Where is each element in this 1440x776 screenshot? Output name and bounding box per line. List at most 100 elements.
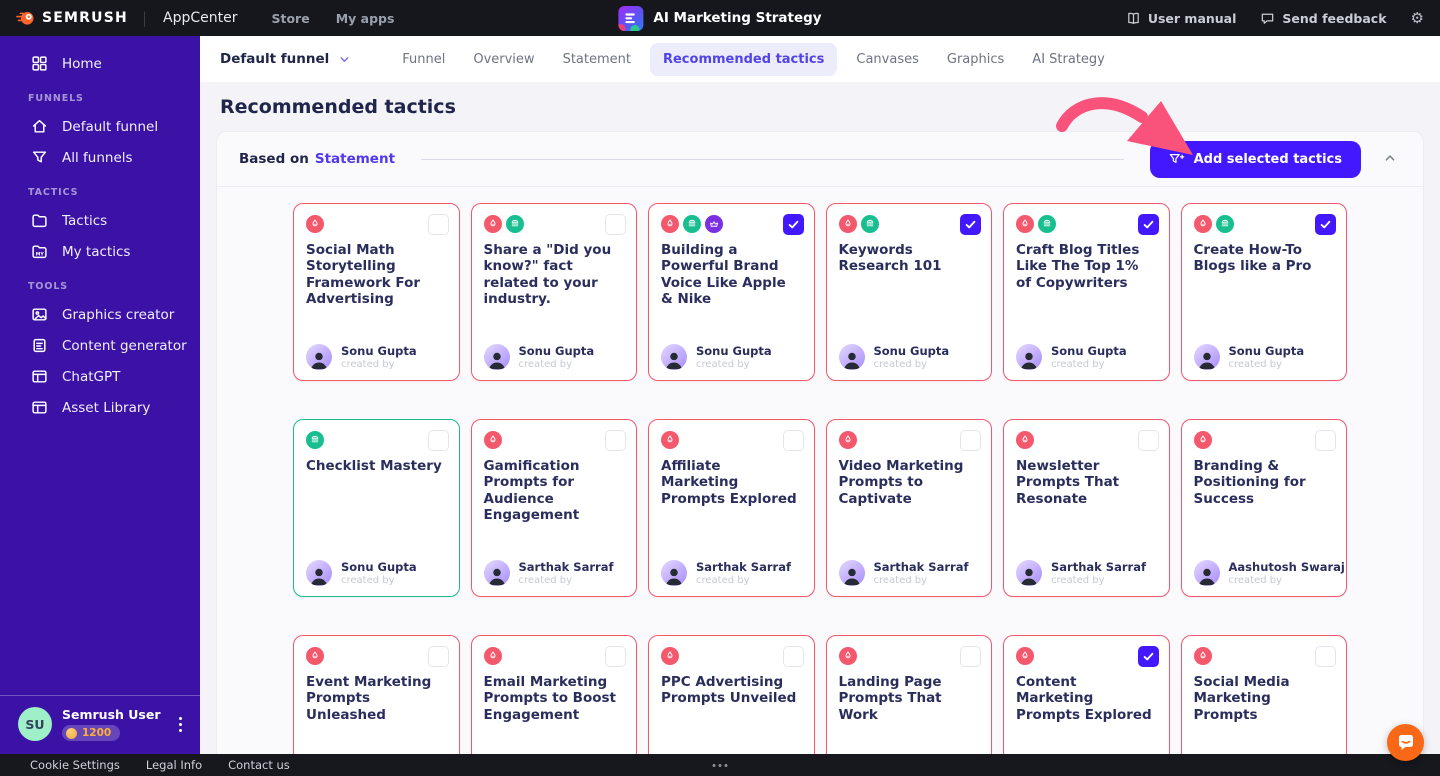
drag-handle-dots-icon[interactable] xyxy=(713,764,728,767)
grid-icon xyxy=(31,55,48,72)
user-menu-kebab-icon[interactable] xyxy=(175,713,186,736)
footer-link-label: Contact us xyxy=(228,758,290,772)
gear-icon[interactable]: ⚙ xyxy=(1411,11,1424,26)
based-on-statement-link[interactable]: Statement xyxy=(315,151,395,167)
tactic-title: Newsletter Prompts That Resonate xyxy=(1016,458,1157,507)
header-nav-my-apps[interactable]: My apps xyxy=(336,11,395,26)
tactic-card[interactable]: Event Marketing Prompts Unleashed xyxy=(293,635,460,754)
add-button-label: Add selected tactics xyxy=(1194,152,1342,167)
chat-launcher-button[interactable] xyxy=(1387,724,1424,761)
tactic-checkbox[interactable] xyxy=(605,646,626,667)
tactic-card[interactable]: Checklist Mastery Sonu Gupta created by xyxy=(293,419,460,597)
user-box[interactable]: SU Semrush User 1200 xyxy=(0,695,200,754)
tactic-checkbox[interactable] xyxy=(1138,646,1159,667)
tactic-author: Sarthak Sarraf created by xyxy=(839,560,969,586)
sidebar-item-default-funnel[interactable]: Default funnel xyxy=(0,111,200,142)
tactic-title: Branding & Positioning for Success xyxy=(1194,458,1335,507)
footer-link-cookie-settings[interactable]: Cookie Settings xyxy=(30,758,120,772)
sidebar-item-chatgpt[interactable]: ChatGPT xyxy=(0,361,200,392)
tab-graphics[interactable]: Graphics xyxy=(938,43,1013,76)
sidebar-item-content-generator[interactable]: Content generator xyxy=(0,330,200,361)
sidebar-item-my-tactics[interactable]: MY My tactics xyxy=(0,236,200,267)
tactic-card[interactable]: Gamification Prompts for Audience Engage… xyxy=(471,419,638,597)
user-manual-link[interactable]: User manual xyxy=(1126,11,1237,26)
sidebar-item-home[interactable]: Home xyxy=(0,48,200,79)
tactic-tags xyxy=(661,215,802,233)
tactic-checkbox[interactable] xyxy=(783,646,804,667)
author-name: Sonu Gupta xyxy=(519,344,595,358)
tactic-tags xyxy=(484,431,625,449)
tab-funnel[interactable]: Funnel xyxy=(393,43,454,76)
tactic-checkbox[interactable] xyxy=(428,646,449,667)
sidebar-item-label: My tactics xyxy=(62,244,130,260)
sidebar-item-asset-library[interactable]: Asset Library xyxy=(0,392,200,423)
funnel-selector[interactable]: Default funnel xyxy=(220,51,351,67)
tactic-checkbox[interactable] xyxy=(605,430,626,451)
main-content: Recommended tactics Based on Statement A… xyxy=(200,82,1440,754)
footer-link-legal-info[interactable]: Legal Info xyxy=(146,758,202,772)
tactic-card[interactable]: Branding & Positioning for Success Aashu… xyxy=(1181,419,1348,597)
tactic-checkbox[interactable] xyxy=(1138,214,1159,235)
tactic-tags xyxy=(1016,431,1157,449)
tactic-checkbox[interactable] xyxy=(1315,214,1336,235)
tactic-card[interactable]: Content Marketing Prompts Explored xyxy=(1003,635,1170,754)
send-feedback-link[interactable]: Send feedback xyxy=(1260,11,1386,26)
tab-label: Statement xyxy=(563,52,631,67)
sidebar-item-label: Asset Library xyxy=(62,400,150,416)
tactic-title: Craft Blog Titles Like The Top 1% of Cop… xyxy=(1016,242,1157,291)
tactic-card[interactable]: Landing Page Prompts That Work xyxy=(826,635,993,754)
tactic-card[interactable]: Affiliate Marketing Prompts Explored Sar… xyxy=(648,419,815,597)
tactic-card[interactable]: Building a Powerful Brand Voice Like App… xyxy=(648,203,815,381)
sidebar-item-graphics-creator[interactable]: Graphics creator xyxy=(0,299,200,330)
tactic-checkbox[interactable] xyxy=(960,430,981,451)
sidebar-item-tactics[interactable]: Tactics xyxy=(0,205,200,236)
tag-red-icon xyxy=(1016,431,1034,449)
tactic-checkbox[interactable] xyxy=(960,214,981,235)
header-nav-store[interactable]: Store xyxy=(271,11,309,26)
tactic-tags xyxy=(306,431,447,449)
tactic-author: Sonu Gupta created by xyxy=(484,344,595,370)
tag-teal-icon xyxy=(1038,215,1056,233)
tactic-card[interactable]: Share a "Did you know?" fact related to … xyxy=(471,203,638,381)
footer-link-contact-us[interactable]: Contact us xyxy=(228,758,290,772)
tactic-card[interactable]: Video Marketing Prompts to Captivate Sar… xyxy=(826,419,993,597)
tactic-card[interactable]: PPC Advertising Prompts Unveiled xyxy=(648,635,815,754)
tactic-checkbox[interactable] xyxy=(1315,430,1336,451)
tab-recommended-tactics[interactable]: Recommended tactics xyxy=(650,43,837,76)
tab-overview[interactable]: Overview xyxy=(464,43,543,76)
tactic-checkbox[interactable] xyxy=(1138,430,1159,451)
tactic-card[interactable]: Create How-To Blogs like a Pro Sonu Gupt… xyxy=(1181,203,1348,381)
tag-red-icon xyxy=(839,647,857,665)
tab-statement[interactable]: Statement xyxy=(554,43,640,76)
tactic-tags xyxy=(1194,647,1335,665)
tactic-checkbox[interactable] xyxy=(428,214,449,235)
tactic-card[interactable]: Email Marketing Prompts to Boost Engagem… xyxy=(471,635,638,754)
tactic-checkbox[interactable] xyxy=(960,646,981,667)
add-selected-tactics-button[interactable]: Add selected tactics xyxy=(1150,141,1361,178)
brand-name: SEMRUSH xyxy=(42,10,128,26)
tag-red-icon xyxy=(484,215,502,233)
tactic-checkbox[interactable] xyxy=(605,214,626,235)
collapse-panel-button[interactable] xyxy=(1379,147,1401,172)
tactic-checkbox[interactable] xyxy=(428,430,449,451)
tactic-checkbox[interactable] xyxy=(783,214,804,235)
semrush-logo[interactable]: SEMRUSH | AppCenter xyxy=(16,9,237,28)
tactic-card[interactable]: Social Math Storytelling Framework For A… xyxy=(293,203,460,381)
credits-badge[interactable]: 1200 xyxy=(62,725,120,741)
sidebar-item-all-funnels[interactable]: All funnels xyxy=(0,142,200,173)
tab-canvases[interactable]: Canvases xyxy=(847,43,928,76)
tactic-card[interactable]: Newsletter Prompts That Resonate Sarthak… xyxy=(1003,419,1170,597)
tactic-card[interactable]: Keywords Research 101 Sonu Gupta created… xyxy=(826,203,993,381)
tactic-card[interactable]: Social Media Marketing Prompts xyxy=(1181,635,1348,754)
tag-teal-icon xyxy=(306,431,324,449)
tactic-tags xyxy=(839,215,980,233)
tab-ai-strategy[interactable]: AI Strategy xyxy=(1023,43,1114,76)
tactic-card[interactable]: Craft Blog Titles Like The Top 1% of Cop… xyxy=(1003,203,1170,381)
tactic-checkbox[interactable] xyxy=(783,430,804,451)
author-avatar xyxy=(484,560,510,586)
tactic-checkbox[interactable] xyxy=(1315,646,1336,667)
tactic-title: Content Marketing Prompts Explored xyxy=(1016,674,1157,723)
tag-teal-icon xyxy=(683,215,701,233)
sidebar-group: TACTICS Tactics MY My tactics xyxy=(0,187,200,267)
tactic-tags xyxy=(306,647,447,665)
